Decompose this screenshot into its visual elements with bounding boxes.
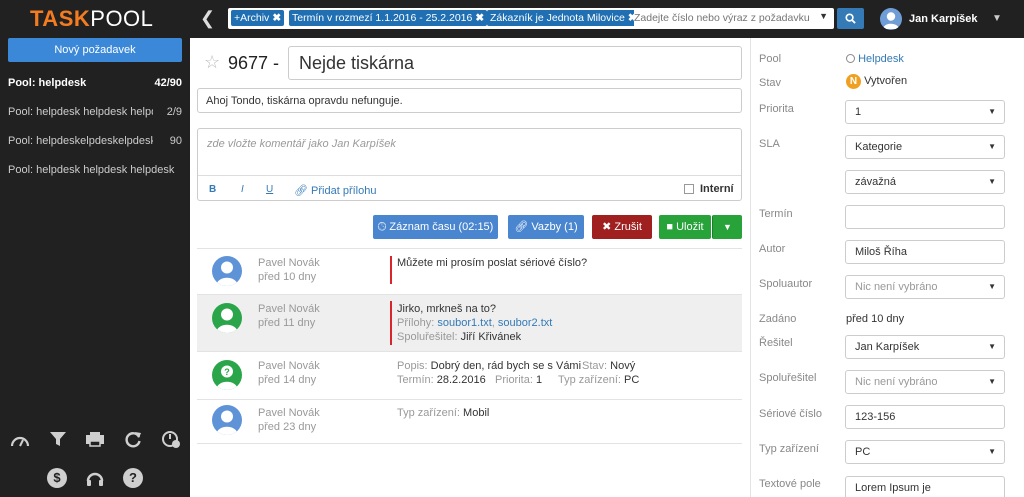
sla-severity-select[interactable]: závažná ▼ — [845, 170, 1005, 194]
back-chevron-icon[interactable]: ❮ — [200, 8, 215, 29]
avatar — [212, 303, 242, 333]
star-icon[interactable]: ☆ — [204, 52, 220, 73]
user-icon — [216, 261, 238, 286]
cosolver-select[interactable]: Nic není vybráno ▼ — [845, 370, 1005, 394]
caret-down-icon: ▼ — [988, 282, 996, 291]
sidebar-pool-item[interactable]: Pool: helpdesk helpdesk helpdesk helpdes… — [8, 164, 182, 176]
ticket-id: 9677 - — [228, 53, 280, 73]
app-logo[interactable]: TASKPOOL — [30, 6, 153, 32]
caret-down-icon: ▼ — [988, 447, 996, 456]
internal-label: Interní — [700, 183, 734, 195]
remove-filter-icon[interactable]: ✖ — [272, 12, 281, 24]
comment-toolbar: B I U 🔗︎ Přidat přílohu Interní — [198, 175, 741, 201]
save-options-dropdown[interactable]: ▼ — [712, 215, 742, 239]
filter-chip-archive[interactable]: +Archiv ✖ — [231, 10, 285, 26]
italic-button[interactable]: I — [241, 184, 244, 195]
save-button[interactable]: ■ Uložit — [659, 215, 711, 239]
device-type-select[interactable]: PC ▼ — [845, 440, 1005, 464]
top-bar: TASKPOOL ❮ +Archiv ✖ Termín v rozmezí 1.1… — [0, 0, 1024, 38]
close-icon: ✖ — [602, 221, 612, 233]
divider — [197, 443, 742, 444]
user-icon — [216, 308, 238, 333]
clock-icon: 🕒︎ — [377, 221, 387, 233]
new-request-button[interactable]: Nový požadavek — [8, 38, 182, 62]
radio-icon — [846, 54, 855, 63]
avatar: ? — [212, 360, 242, 390]
bold-button[interactable]: B — [209, 184, 216, 195]
caret-down-icon: ▼ — [988, 177, 996, 186]
new-status-icon: N — [846, 74, 861, 89]
ticket-fields-panel: Pool Helpdesk Stav N Vytvořen Priorita 1… — [750, 38, 1024, 497]
billing-dollar-icon[interactable]: $ — [47, 468, 67, 488]
comment-editor[interactable]: zde vložte komentář jako Jan Karpíšek B … — [197, 128, 742, 201]
paperclip-icon: 🔗︎ — [294, 185, 308, 197]
caret-down-icon: ▼ — [988, 107, 996, 116]
history-item[interactable]: Pavel Novák před 23 dny Typ zařízení: Mo… — [197, 400, 742, 443]
user-icon — [216, 410, 238, 435]
ticket-title-input[interactable]: Nejde tiskárna — [288, 46, 742, 80]
refresh-icon[interactable] — [122, 429, 144, 451]
filter-icon[interactable] — [47, 429, 69, 451]
caret-down-icon[interactable]: ▼ — [992, 13, 1002, 24]
sidebar-pool-item[interactable]: Pool: helpdeskelpdeskelpdeskelpdesk90 — [8, 135, 182, 147]
link-icon: 🔗︎ — [514, 221, 529, 233]
headset-support-icon[interactable] — [84, 467, 106, 489]
time-record-button[interactable]: 🕒︎ Záznam času (02:15) — [373, 215, 498, 239]
deadline-input[interactable] — [845, 205, 1005, 229]
dashboard-gauge-icon[interactable] — [9, 431, 31, 453]
sidebar: Nový požadavek Pool: helpdesk 42/90 Pool:… — [0, 38, 190, 497]
history-item[interactable]: ? Pavel Novák před 14 dny Popis: Dobrý d… — [197, 352, 742, 399]
filter-bar[interactable]: +Archiv ✖ Termín v rozmezí 1.1.2016 - 25.… — [228, 8, 834, 29]
filter-chip-date-range[interactable]: Termín v rozmezí 1.1.2016 - 25.2.2016 ✖ — [289, 10, 488, 26]
user-icon — [883, 12, 899, 29]
user-name[interactable]: Jan Karpíšek — [909, 13, 977, 25]
internal-marker — [390, 256, 392, 284]
floppy-icon: ■ — [666, 221, 674, 233]
printer-icon[interactable] — [84, 429, 106, 451]
sidebar-pool-item[interactable]: Pool: helpdesk 42/90 — [8, 77, 182, 89]
avatar — [212, 256, 242, 286]
sla-category-select[interactable]: Kategorie ▼ — [845, 135, 1005, 159]
caret-down-icon: ▼ — [723, 222, 732, 232]
caret-down-icon[interactable]: ▼ — [819, 11, 828, 21]
attach-file-button[interactable]: 🔗︎ Přidat přílohu — [294, 184, 376, 197]
pool-radio[interactable]: Helpdesk — [846, 53, 904, 65]
author-input[interactable]: Miloš Říha — [845, 240, 1005, 264]
search-button[interactable] — [837, 8, 864, 29]
avatar — [212, 405, 242, 435]
ticket-description[interactable]: Ahoj Tondo, tiskárna opravdu nefunguje. — [197, 88, 742, 113]
priority-select[interactable]: 1 ▼ — [845, 100, 1005, 124]
ticket-detail: ☆ 9677 - Nejde tiskárna Ahoj Tondo, tisk… — [190, 38, 750, 497]
internal-checkbox[interactable] — [684, 184, 694, 194]
filter-chip-customer[interactable]: Zákazník je Jednota Milovice ✖ — [487, 10, 640, 26]
help-question-icon[interactable]: ? — [123, 468, 143, 488]
sidebar-pool-item[interactable]: Pool: helpdesk helpdesk helpdesk2/9 — [8, 106, 182, 118]
history-item[interactable]: Pavel Novák před 10 dny Můžete mi prosím… — [197, 249, 742, 294]
attachment-link[interactable]: soubor2.txt — [498, 317, 552, 329]
remove-filter-icon[interactable]: ✖ — [475, 12, 484, 24]
search-icon — [845, 13, 856, 24]
user-avatar[interactable] — [880, 8, 902, 30]
internal-marker — [390, 301, 392, 345]
links-button[interactable]: 🔗︎ Vazby (1) — [508, 215, 584, 239]
serial-number-input[interactable]: 123-156 — [845, 405, 1005, 429]
coauthor-select[interactable]: Nic není vybráno ▼ — [845, 275, 1005, 299]
attachment-link[interactable]: soubor1.txt — [437, 317, 491, 329]
created-at: před 10 dny — [846, 313, 905, 325]
status-badge: N Vytvořen — [846, 74, 907, 89]
text-field-input[interactable]: Lorem Ipsum je — [845, 476, 1005, 497]
history-item[interactable]: Pavel Novák před 11 dny Jirko, mrkneš na… — [197, 295, 742, 351]
caret-down-icon: ▼ — [988, 377, 996, 386]
unknown-user-icon: ? — [216, 365, 238, 390]
search-input[interactable] — [634, 10, 812, 26]
svg-text:?: ? — [224, 367, 230, 377]
caret-down-icon: ▼ — [988, 342, 996, 351]
caret-down-icon: ▼ — [988, 142, 996, 151]
clock-settings-icon[interactable] — [160, 429, 182, 451]
underline-button[interactable]: U — [266, 184, 273, 195]
solver-select[interactable]: Jan Karpíšek ▼ — [845, 335, 1005, 359]
cancel-button[interactable]: ✖ Zrušit — [592, 215, 652, 239]
comment-placeholder: zde vložte komentář jako Jan Karpíšek — [207, 138, 396, 150]
